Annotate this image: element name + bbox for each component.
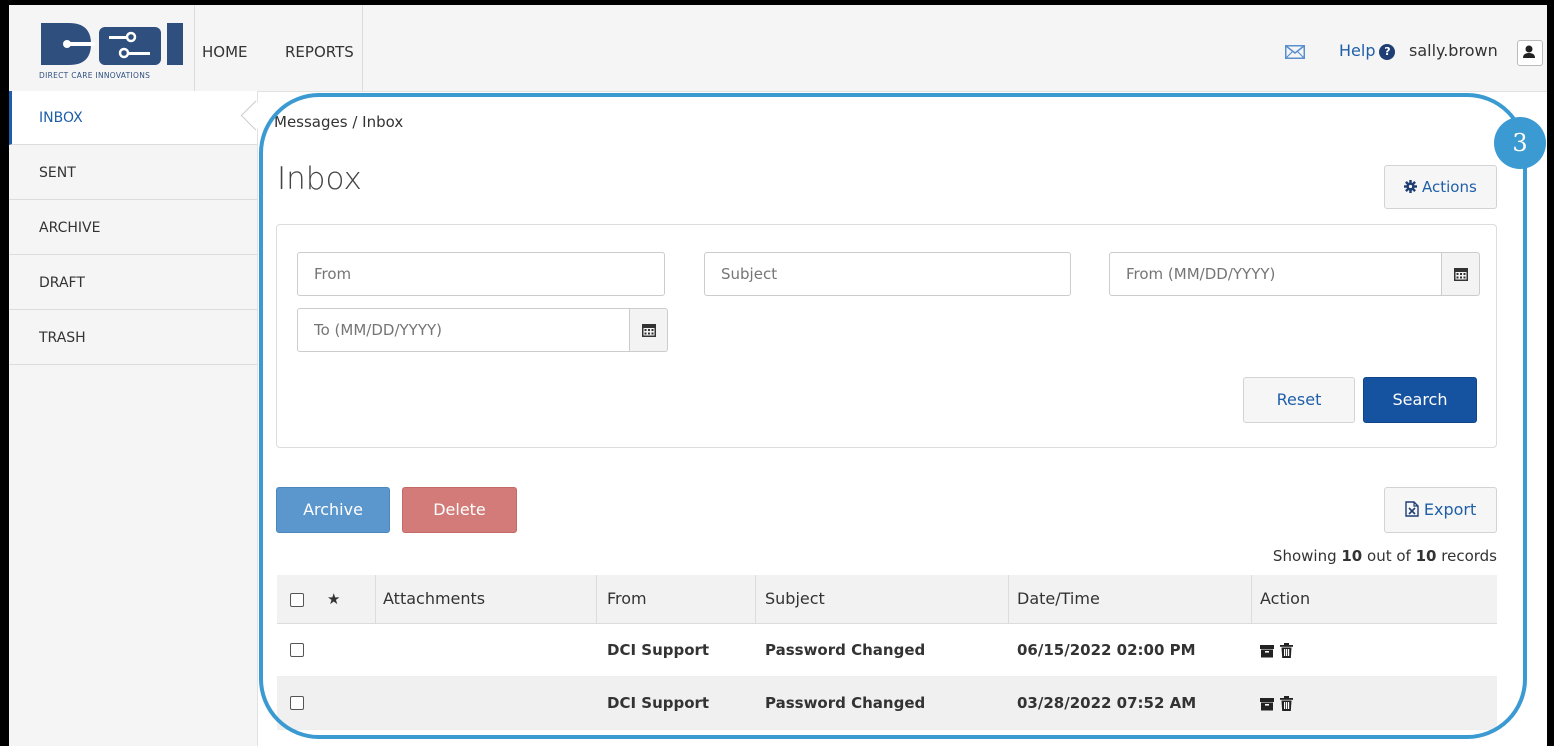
record-count: Showing 10 out of 10 records xyxy=(1273,547,1497,565)
select-all-checkbox[interactable] xyxy=(290,593,304,607)
date-from-calendar-button[interactable] xyxy=(1442,252,1480,296)
export-label: Export xyxy=(1423,500,1477,519)
column-divider xyxy=(1008,575,1009,623)
from-column-header[interactable]: From xyxy=(607,575,647,623)
from-input[interactable] xyxy=(297,252,665,296)
showing-prefix: Showing xyxy=(1272,547,1337,565)
sidebar-item-sent[interactable]: SENT xyxy=(9,146,257,200)
calendar-icon xyxy=(1454,268,1468,281)
breadcrumb: Messages / Inbox xyxy=(274,113,404,131)
app-window: DIRECT CARE INNOVATIONS HOME REPORTS Hel… xyxy=(9,5,1547,746)
column-divider xyxy=(375,575,376,623)
date-from-input[interactable] xyxy=(1109,252,1442,296)
calendar-icon xyxy=(642,324,656,337)
row-subject: Password Changed xyxy=(765,641,926,659)
step-number-badge: 3 xyxy=(1494,117,1546,169)
help-label: Help xyxy=(1339,41,1376,60)
action-column-header: Action xyxy=(1260,589,1311,608)
actions-button[interactable]: Actions xyxy=(1384,165,1497,209)
archive-icon[interactable] xyxy=(1260,697,1274,711)
star-column-header[interactable]: ★ xyxy=(327,575,340,623)
sidebar-item-archive[interactable]: ARCHIVE xyxy=(9,201,257,255)
question-circle-icon: ? xyxy=(1379,44,1396,60)
row-checkbox[interactable] xyxy=(290,696,304,710)
sidebar: INBOX SENT ARCHIVE DRAFT TRASH xyxy=(9,91,271,746)
row-from: DCI Support xyxy=(607,694,710,712)
delete-button[interactable]: Delete xyxy=(402,487,517,533)
showing-mid: out of xyxy=(1367,547,1411,565)
row-actions xyxy=(1260,643,1294,662)
logo-caption: DIRECT CARE INNOVATIONS xyxy=(39,71,151,80)
column-divider xyxy=(755,575,756,623)
dci-logo-mark-icon xyxy=(41,23,183,65)
page-title: Inbox xyxy=(277,161,362,197)
showing-total: 10 xyxy=(1415,547,1437,565)
nav-divider xyxy=(362,5,363,91)
trash-icon[interactable] xyxy=(1280,696,1294,711)
subject-input[interactable] xyxy=(704,252,1071,296)
help-link[interactable]: Help? xyxy=(1339,41,1396,60)
showing-suffix: records xyxy=(1441,547,1497,565)
row-datetime: 03/28/2022 07:52 AM xyxy=(1017,694,1197,712)
row-subject: Password Changed xyxy=(765,694,926,712)
archive-icon[interactable] xyxy=(1260,644,1274,658)
showing-count: 10 xyxy=(1341,547,1363,565)
excel-file-icon xyxy=(1405,501,1419,517)
sidebar-item-draft[interactable]: DRAFT xyxy=(9,256,257,310)
dci-logo[interactable]: DIRECT CARE INNOVATIONS xyxy=(39,19,187,81)
export-button[interactable]: Export xyxy=(1384,487,1497,533)
nav-divider xyxy=(194,5,195,91)
date-to-input[interactable] xyxy=(297,308,630,352)
row-actions xyxy=(1260,696,1294,715)
gear-icon xyxy=(1404,180,1418,193)
search-button[interactable]: Search xyxy=(1363,377,1477,423)
username-label[interactable]: sally.brown xyxy=(1409,41,1498,60)
sidebar-item-inbox[interactable]: INBOX xyxy=(9,91,257,145)
messages-table: ★ Attachments From Subject Date/Time Act… xyxy=(277,575,1497,730)
top-navbar: DIRECT CARE INNOVATIONS HOME REPORTS Hel… xyxy=(9,5,1547,92)
row-from: DCI Support xyxy=(607,641,710,659)
column-divider xyxy=(596,575,597,623)
row-checkbox[interactable] xyxy=(290,643,304,657)
trash-icon[interactable] xyxy=(1280,643,1294,658)
user-menu-button[interactable] xyxy=(1517,40,1543,66)
column-divider xyxy=(1251,575,1252,623)
row-datetime: 06/15/2022 02:00 PM xyxy=(1017,641,1196,659)
sidebar-item-trash[interactable]: TRASH xyxy=(9,311,257,365)
table-row[interactable]: DCI Support Password Changed 06/15/2022 … xyxy=(277,624,1497,677)
subject-column-header[interactable]: Subject xyxy=(765,575,825,623)
actions-label: Actions xyxy=(1421,178,1477,196)
table-header: ★ Attachments From Subject Date/Time Act… xyxy=(277,575,1497,624)
user-icon xyxy=(1523,45,1535,58)
table-row[interactable]: DCI Support Password Changed 03/28/2022 … xyxy=(277,677,1497,730)
reset-button[interactable]: Reset xyxy=(1243,377,1355,423)
mail-icon[interactable] xyxy=(1285,45,1305,59)
date-to-calendar-button[interactable] xyxy=(630,308,668,352)
archive-button[interactable]: Archive xyxy=(276,487,390,533)
nav-reports-link[interactable]: REPORTS xyxy=(285,43,354,61)
nav-home-link[interactable]: HOME xyxy=(202,43,248,61)
attachments-column-header[interactable]: Attachments xyxy=(383,575,485,623)
datetime-column-header[interactable]: Date/Time xyxy=(1017,575,1100,623)
